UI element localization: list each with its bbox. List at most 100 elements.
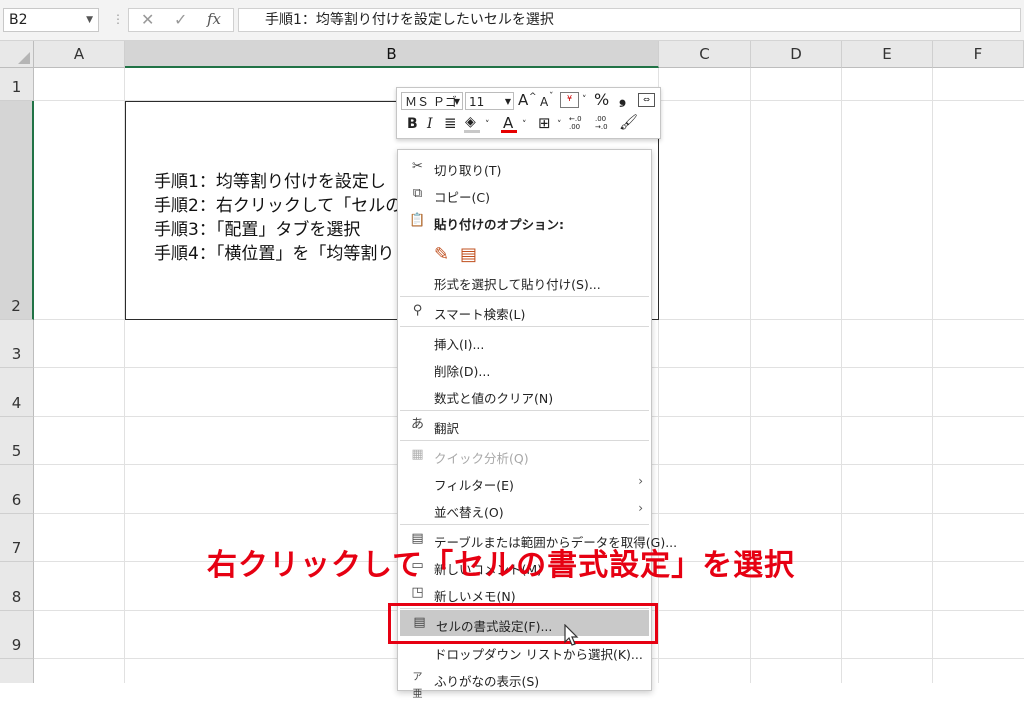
align-center-icon[interactable]: ≣ <box>444 114 457 132</box>
row-header-4[interactable]: 4 <box>0 368 34 417</box>
row-number: 2 <box>11 297 21 315</box>
more-options-icon[interactable]: ⋮ <box>112 12 124 26</box>
menu-item-show-furigana[interactable]: ア亜 ふりがなの表示(S) <box>398 665 651 700</box>
row-header-8[interactable]: 8 <box>0 562 34 611</box>
italic-icon[interactable]: I <box>427 115 433 133</box>
row-header-10[interactable] <box>0 659 34 683</box>
menu-item-label: 挿入(I)... <box>434 337 485 352</box>
row-number: 6 <box>11 491 22 509</box>
menu-item-copy[interactable]: ⧉ コピー(C) <box>398 181 651 207</box>
column-header-e[interactable]: E <box>842 41 933 68</box>
row-header-9[interactable]: 9 <box>0 611 34 659</box>
font-size-box[interactable]: 11 ▼ <box>465 92 514 110</box>
column-header-c[interactable]: C <box>659 41 751 68</box>
mini-toolbar: ＭＳ Ｐゴ ▼ 11 ▼ A ^ A ˇ ¥ ˅ % ❟ ⇔ B I ≣ ◈ ˅… <box>396 87 661 139</box>
percent-icon[interactable]: % <box>594 91 609 109</box>
chevron-down-icon[interactable]: ˅ <box>485 116 490 134</box>
menu-item-cut[interactable]: ✂ 切り取り(T) <box>398 154 651 180</box>
chevron-down-icon: ▼ <box>504 97 511 106</box>
row-header-1[interactable]: 1 <box>0 68 34 101</box>
paste-values-icon[interactable]: ▤ <box>460 244 477 265</box>
menu-item-label: 削除(D)... <box>434 364 491 379</box>
row-number: 8 <box>11 588 22 606</box>
cell-text-line: 手順4：「横位置」を「均等割り <box>154 244 395 264</box>
paste-icon: 📋 <box>409 213 426 228</box>
highlight-box <box>388 603 658 644</box>
menu-item-paste-special[interactable]: 形式を選択して貼り付け(S)... <box>398 268 651 294</box>
menu-item-label: 切り取り(T) <box>434 163 502 178</box>
font-color-swatch <box>501 130 517 133</box>
menu-item-label: 並べ替え(O) <box>434 505 504 520</box>
menu-separator <box>400 524 649 525</box>
row-header-7[interactable]: 7 <box>0 514 34 562</box>
formula-input[interactable]: 手順1：均等割り付けを設定したいセルを選択 <box>238 8 1021 32</box>
grow-font-icon[interactable]: A <box>518 91 528 109</box>
row-header-3[interactable]: 3 <box>0 320 34 368</box>
cell-text-line: 手順3：「配置」タブを選択 <box>154 220 361 240</box>
cell-text-line: 手順2：右クリックして「セルの <box>154 196 403 216</box>
row-number: 9 <box>11 636 22 654</box>
chevron-down-icon[interactable]: ˅ <box>557 116 562 134</box>
cell-text-line: 手順1：均等割り付けを設定し <box>154 172 386 192</box>
menu-item-quick-analysis: ▦ クイック分析(Q) <box>398 442 651 468</box>
formula-buttons: ✕ ✓ fx <box>128 8 234 32</box>
row-number: 1 <box>11 78 22 96</box>
accounting-format-icon[interactable]: ¥ <box>560 92 579 108</box>
menu-item-label: ふりがなの表示(S) <box>434 674 540 689</box>
column-header-b[interactable]: B <box>125 41 659 68</box>
bold-icon[interactable]: B <box>407 115 418 133</box>
font-name-box[interactable]: ＭＳ Ｐゴ ▼ <box>401 92 463 110</box>
increase-decimal-icon[interactable]: ←.0 .00 <box>569 115 591 131</box>
column-header-f[interactable]: F <box>933 41 1024 68</box>
fill-color-icon[interactable]: ◈ <box>465 113 476 131</box>
menu-item-label: ドロップダウン リストから選択(K)... <box>434 647 643 662</box>
row-header-6[interactable]: 6 <box>0 465 34 514</box>
comma-style-icon[interactable]: ❟ <box>619 89 626 107</box>
font-size: 11 <box>469 95 485 109</box>
menu-item-label: 形式を選択して貼り付け(S)... <box>434 277 601 292</box>
menu-item-translate[interactable]: あ 翻訳 <box>398 412 651 438</box>
chevron-down-icon[interactable]: ▼ <box>86 9 93 31</box>
row-number: 4 <box>11 394 22 412</box>
merge-center-icon[interactable]: ⇔ <box>638 93 655 107</box>
shrink-arrow-icon: ˇ <box>549 92 554 102</box>
row-header-5[interactable]: 5 <box>0 417 34 465</box>
smart-lookup-icon: ⚲ <box>412 303 423 318</box>
menu-item-filter[interactable]: フィルター(E) › <box>398 469 651 495</box>
row-number: 5 <box>11 442 22 460</box>
menu-item-paste-options: 📋 貼り付けのオプション: <box>398 208 651 234</box>
enter-icon[interactable]: ✓ <box>174 10 187 29</box>
chevron-down-icon[interactable]: ˅ <box>522 116 527 134</box>
grow-arrow-icon: ^ <box>529 92 537 102</box>
cancel-icon[interactable]: ✕ <box>141 10 154 29</box>
paste-formatting-icon[interactable]: ✎ <box>434 244 449 265</box>
menu-item-smart-lookup[interactable]: ⚲ スマート検索(L) <box>398 298 651 324</box>
column-header-d[interactable]: D <box>751 41 842 68</box>
name-box[interactable]: B2 ▼ <box>3 8 99 32</box>
decrease-decimal-icon[interactable]: .00 →.0 <box>595 115 617 131</box>
annotation-caption: 右クリックして「セルの書式設定」を選択 <box>207 548 796 583</box>
menu-item-label: 翻訳 <box>434 421 460 436</box>
menu-separator <box>400 410 649 411</box>
format-painter-icon[interactable]: 🖌 <box>619 113 638 131</box>
row-number: 7 <box>11 539 22 557</box>
borders-icon[interactable]: ⊞ <box>538 114 551 132</box>
menu-item-label: クイック分析(Q) <box>434 451 529 466</box>
copy-icon: ⧉ <box>412 186 423 201</box>
menu-item-clear-contents[interactable]: 数式と値のクリア(N) <box>398 382 651 408</box>
chevron-down-icon[interactable]: ˅ <box>582 91 587 109</box>
menu-item-insert[interactable]: 挿入(I)... <box>398 328 651 354</box>
select-all-corner[interactable] <box>0 41 34 68</box>
formula-bar: B2 ▼ ⋮ ✕ ✓ fx 手順1：均等割り付けを設定したいセルを選択 <box>0 0 1024 41</box>
fill-color-swatch <box>464 130 480 133</box>
quick-analysis-icon: ▦ <box>411 447 424 462</box>
menu-item-delete[interactable]: 削除(D)... <box>398 355 651 381</box>
scissors-icon: ✂ <box>412 159 423 174</box>
shrink-font-icon[interactable]: A <box>540 93 548 111</box>
menu-item-sort[interactable]: 並べ替え(O) › <box>398 496 651 522</box>
insert-function-icon[interactable]: fx <box>207 10 221 28</box>
gridline <box>841 68 842 683</box>
chevron-right-icon: › <box>638 474 643 488</box>
column-header-a[interactable]: A <box>34 41 125 68</box>
row-header-2[interactable]: 2 <box>0 101 34 320</box>
